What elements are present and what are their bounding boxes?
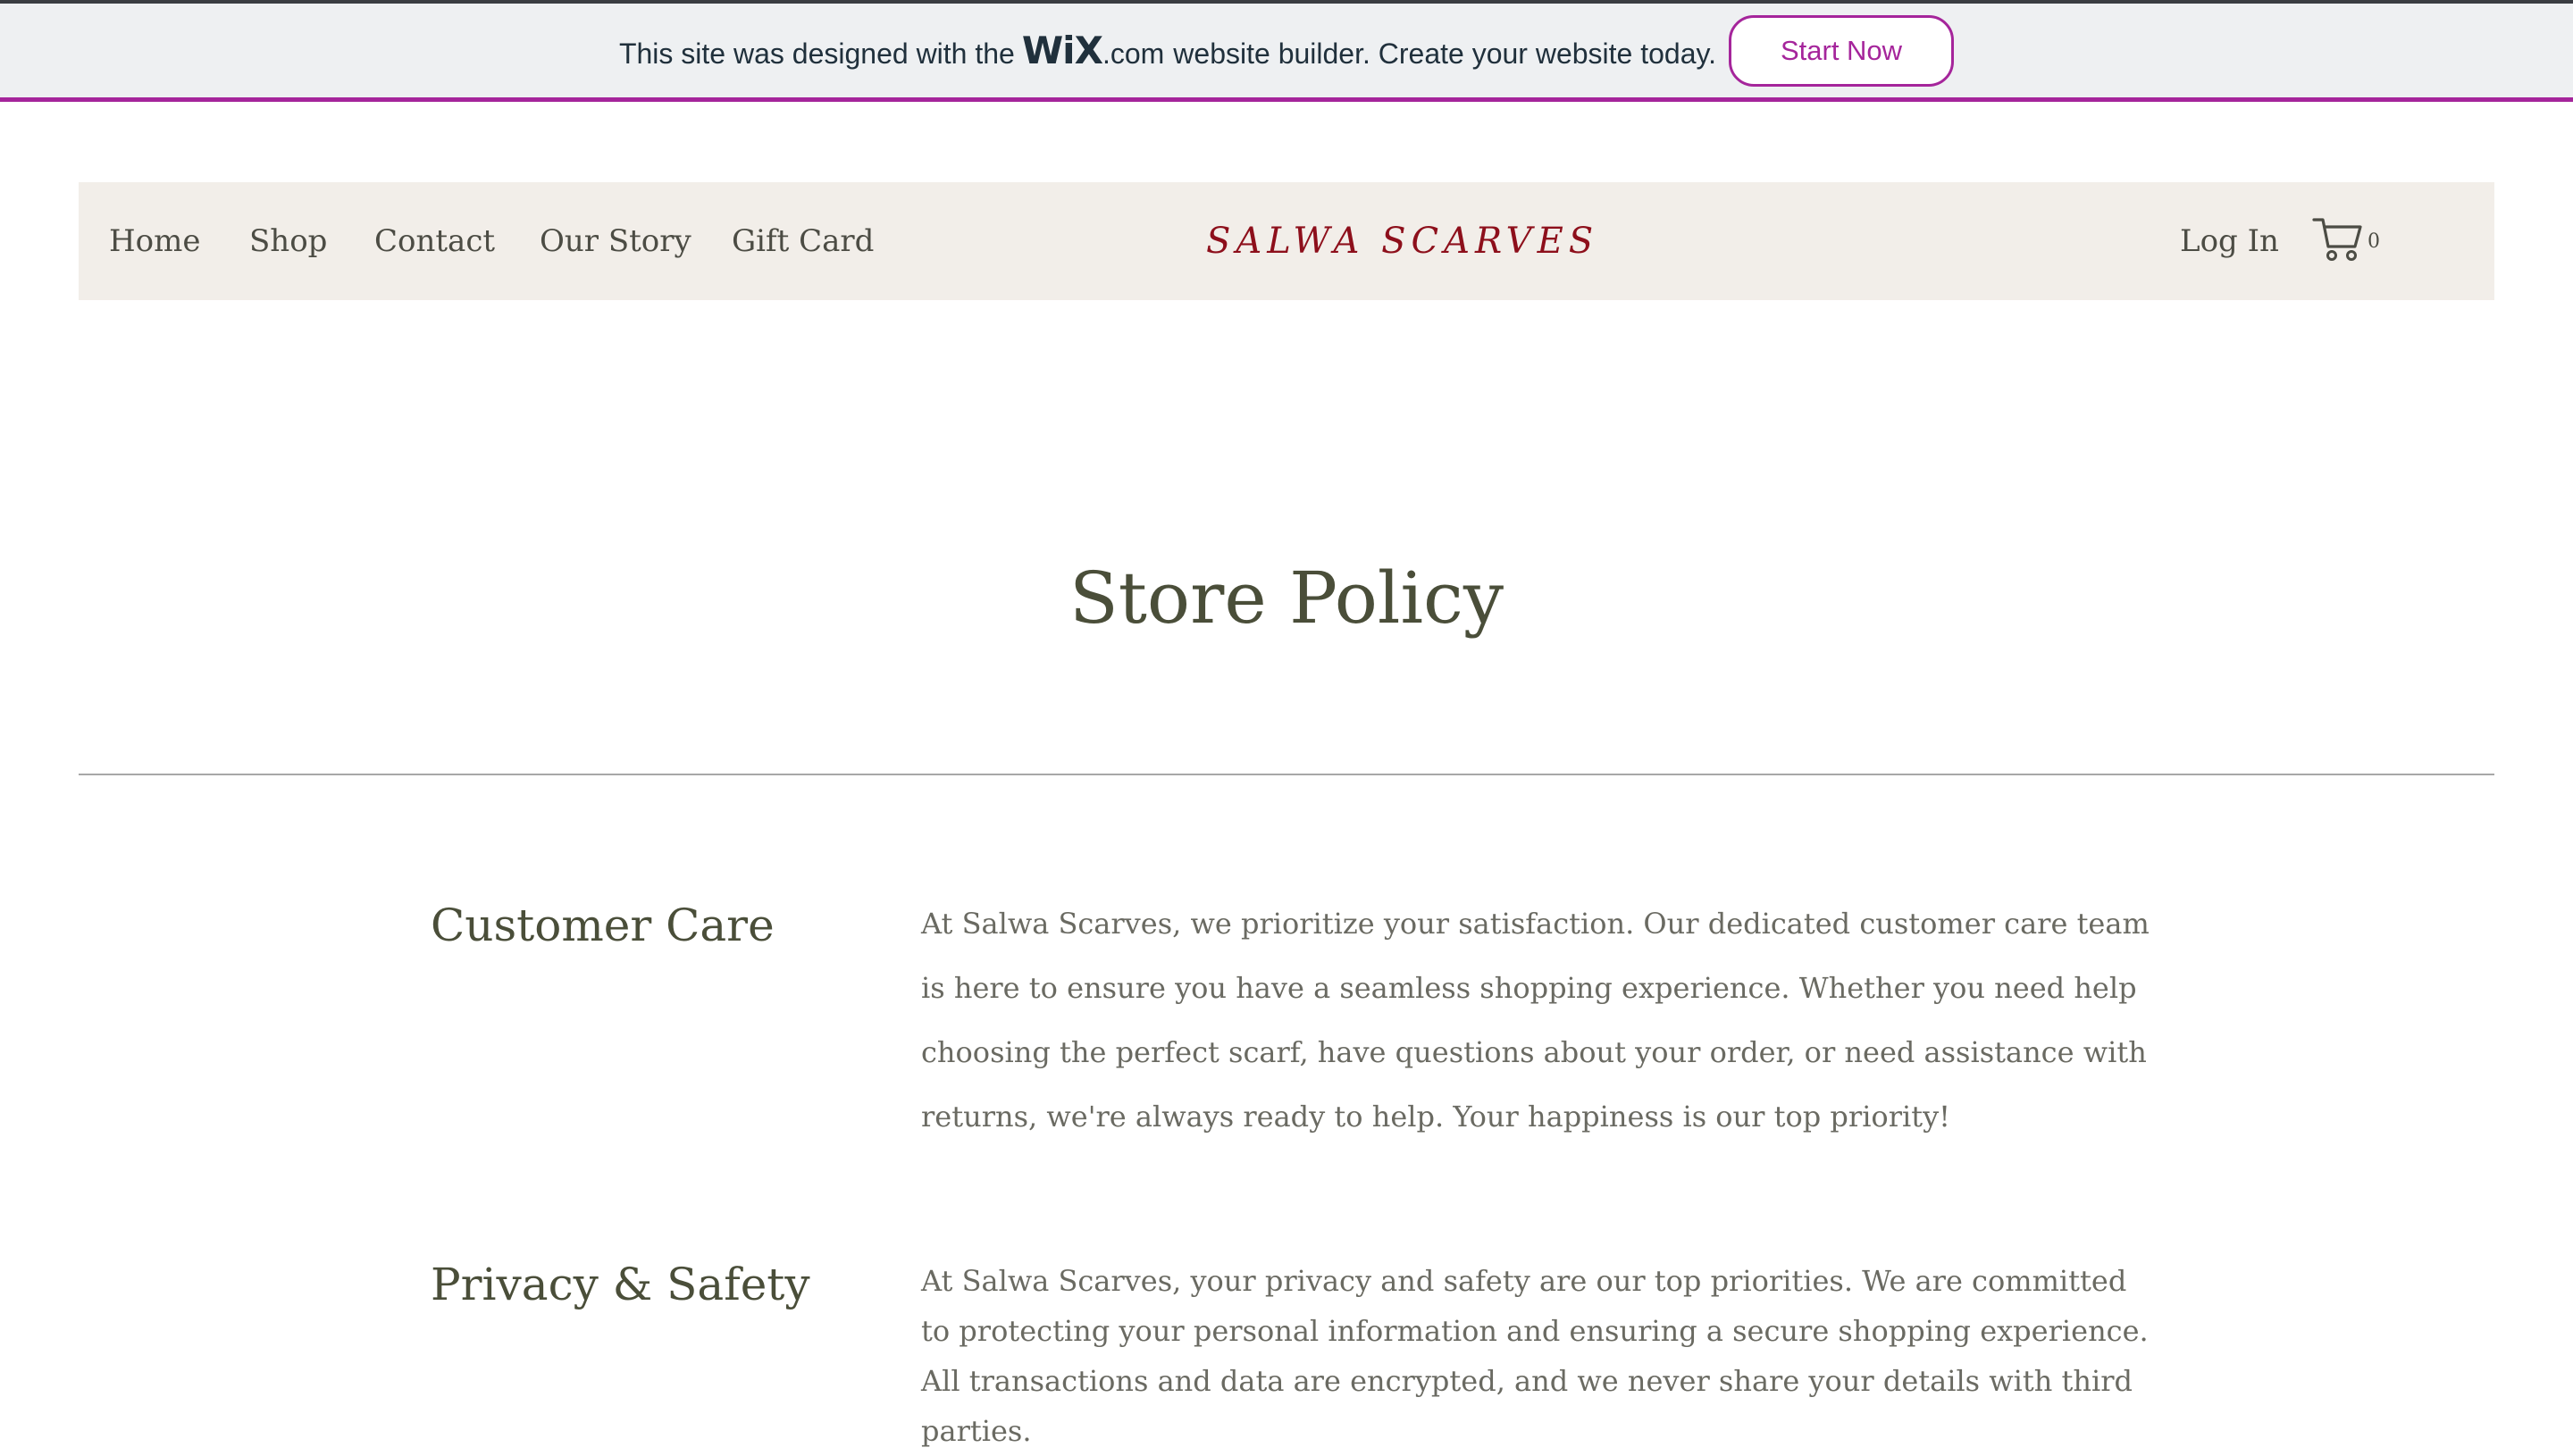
nav-item-shop[interactable]: Shop (249, 182, 327, 300)
site-logo[interactable]: SALWA SCARVES (1206, 182, 1593, 300)
nav-item-contact[interactable]: Contact (374, 182, 495, 300)
section-body-customer-care: At Salwa Scarves, we prioritize your sat… (921, 907, 2150, 1134)
nav-item-our-story[interactable]: Our Story (540, 182, 691, 300)
cart-button[interactable]: 0 (2312, 214, 2394, 268)
nav-item-home[interactable]: Home (109, 182, 200, 300)
cart-count: 0 (2368, 230, 2380, 253)
divider (79, 774, 2494, 775)
wix-promo-text-after: website builder. Create your website tod… (1173, 38, 1717, 70)
section-body-privacy-safety: At Salwa Scarves, your privacy and safet… (921, 1264, 2149, 1448)
site-header: Home Shop Contact Our Story Gift Card SA… (79, 182, 2494, 300)
page-title: Store Policy (1069, 556, 1504, 640)
wix-promo-text-before: This site was designed with the (618, 38, 1015, 70)
nav-item-gift-card[interactable]: Gift Card (732, 182, 874, 300)
wix-dotcom: .com (1102, 38, 1165, 70)
wix-promo-banner-content: This site was designed with the WiX .com… (0, 4, 2573, 97)
wix-logo[interactable]: WiX (1022, 29, 1103, 72)
wix-promo-text: This site was designed with the WiX .com… (619, 29, 1716, 72)
section-heading-customer-care: Customer Care (431, 900, 775, 951)
section-heading-privacy-safety: Privacy & Safety (431, 1259, 810, 1310)
login-link[interactable]: Log In (2180, 182, 2279, 300)
wix-promo-banner: This site was designed with the WiX .com… (0, 0, 2573, 102)
shopping-cart-icon (2312, 218, 2362, 261)
start-now-button[interactable]: Start Now (1729, 14, 1955, 87)
